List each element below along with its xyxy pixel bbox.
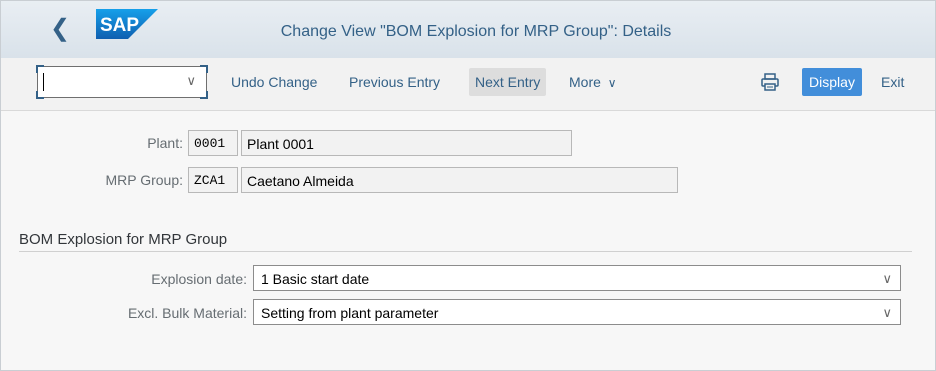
app-window: ❮ SAP Change View "BOM Explosion for MRP… [0,0,936,371]
mrp-group-code-field[interactable]: ZCA1 [188,167,238,193]
excl-bulk-material-label: Excl. Bulk Material: [127,305,247,321]
section-divider [19,251,912,252]
chevron-down-icon: ∨ [882,305,892,320]
application-toolbar: ∨ Undo Change Previous Entry Next Entry … [1,58,935,111]
display-button[interactable]: Display [802,68,862,96]
focus-corner [36,65,44,73]
excl-bulk-material-select[interactable]: Setting from plant parameter ∨ [253,299,901,325]
shell-header: ❮ SAP Change View "BOM Explosion for MRP… [1,1,935,59]
explosion-date-select[interactable]: 1 Basic start date ∨ [253,265,901,291]
focus-corner [200,65,208,73]
excl-bulk-material-value: Setting from plant parameter [261,305,439,321]
mrp-group-description-field[interactable]: Caetano Almeida [241,167,678,193]
logo-text: SAP [100,15,139,36]
focus-corner [36,91,44,99]
undo-change-button[interactable]: Undo Change [231,68,317,96]
more-menu-button[interactable]: More ∨ [569,68,617,96]
text-cursor [43,73,44,91]
mrp-group-label: MRP Group: [105,172,183,188]
back-icon[interactable]: ❮ [47,16,73,42]
chevron-down-icon[interactable]: ∨ [186,73,196,89]
section-title: BOM Explosion for MRP Group [19,231,228,248]
more-label: More [569,74,601,90]
chevron-down-icon: ∨ [882,271,892,286]
explosion-date-value: 1 Basic start date [261,271,370,287]
exit-button[interactable]: Exit [881,68,904,96]
plant-description-field[interactable]: Plant 0001 [241,130,572,156]
next-entry-button[interactable]: Next Entry [469,68,547,96]
focus-corner [200,91,208,99]
plant-code-field[interactable]: 0001 [188,130,238,156]
page-title: Change View "BOM Explosion for MRP Group… [280,23,672,40]
command-field[interactable]: ∨ [36,65,208,99]
explosion-date-label: Explosion date: [151,271,247,287]
chevron-down-icon: ∨ [607,76,617,90]
sap-logo[interactable]: SAP [96,9,158,39]
previous-entry-button[interactable]: Previous Entry [349,68,440,96]
printer-icon[interactable] [761,73,779,91]
plant-label: Plant: [147,135,183,151]
